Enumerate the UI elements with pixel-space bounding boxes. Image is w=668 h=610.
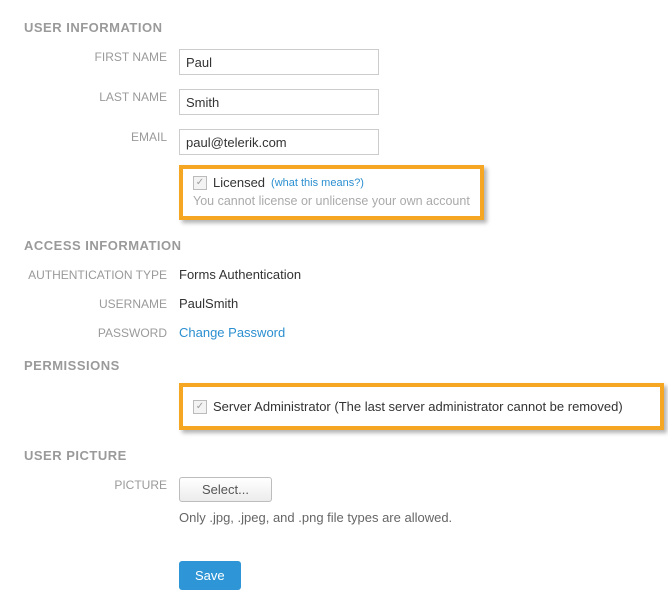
username-label: USERNAME [24, 292, 179, 311]
email-label: EMAIL [24, 125, 179, 144]
change-password-link[interactable]: Change Password [179, 325, 285, 340]
first-name-label: FIRST NAME [24, 45, 179, 64]
section-permissions: PERMISSIONS [24, 358, 648, 373]
picture-hint: Only .jpg, .jpeg, and .png file types ar… [179, 510, 648, 525]
auth-type-value: Forms Authentication [179, 263, 648, 282]
last-name-input[interactable] [179, 89, 379, 115]
auth-type-label: AUTHENTICATION TYPE [24, 263, 179, 282]
email-input[interactable] [179, 129, 379, 155]
section-access-information: ACCESS INFORMATION [24, 238, 648, 253]
section-user-picture: USER PICTURE [24, 448, 648, 463]
last-name-label: LAST NAME [24, 85, 179, 104]
picture-select-button[interactable]: Select... [179, 477, 272, 502]
server-admin-label: Server Administrator (The last server ad… [213, 399, 623, 414]
first-name-input[interactable] [179, 49, 379, 75]
licensed-checkbox: ✓ [193, 176, 207, 190]
licensed-label: Licensed [213, 175, 265, 190]
server-admin-highlight: ✓ Server Administrator (The last server … [179, 383, 664, 430]
password-label: PASSWORD [24, 321, 179, 340]
licensed-help-link[interactable]: (what this means?) [271, 177, 364, 189]
username-value: PaulSmith [179, 292, 648, 311]
server-admin-checkbox: ✓ [193, 400, 207, 414]
licensed-highlight: ✓ Licensed (what this means?) You cannot… [179, 165, 484, 220]
licensed-note: You cannot license or unlicense your own… [193, 194, 470, 208]
picture-label: PICTURE [24, 473, 179, 492]
section-user-information: USER INFORMATION [24, 20, 648, 35]
